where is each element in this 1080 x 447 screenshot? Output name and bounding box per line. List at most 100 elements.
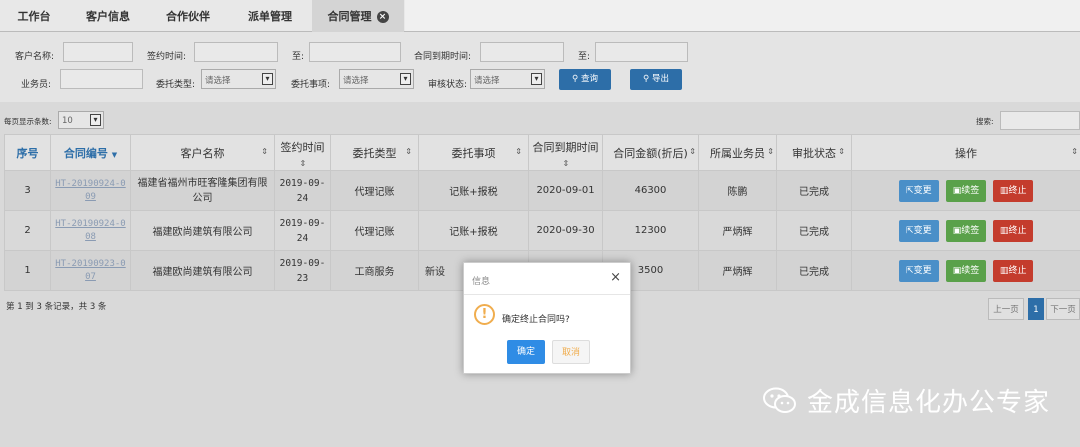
cell-actions: ⇱变更 ▣续签 ▥终止 xyxy=(851,250,1080,291)
renew-label: 续签 xyxy=(961,185,980,196)
header-label: 签约时间 xyxy=(280,140,325,154)
audit-status-label: 审核状态: xyxy=(428,80,468,90)
terminate-label: 终止 xyxy=(1008,185,1027,196)
contract-no-part: HT-20190923-0 xyxy=(55,258,126,269)
audit-status-select[interactable]: 请选择 ▾ xyxy=(470,69,545,89)
sign-time-label: 签约时间: xyxy=(147,52,187,62)
terminate-button[interactable]: ▥终止 xyxy=(993,179,1034,202)
renew-label: 续签 xyxy=(961,225,980,236)
salesman-input[interactable] xyxy=(60,69,143,89)
cell-contract-no[interactable]: HT-20190924-0 08 xyxy=(50,210,131,251)
confirm-dialog: 信息 × ! 确定终止合同吗? 确定 取消 xyxy=(463,262,631,374)
renew-button[interactable]: ▣续签 xyxy=(946,259,986,282)
entrust-type-label: 委托类型: xyxy=(156,80,196,90)
export-button[interactable]: ⚲ 导出 xyxy=(630,69,682,90)
chevron-down-icon: ▾ xyxy=(400,73,411,85)
sign-date-part: 24 xyxy=(296,232,309,244)
cell-sign-time: 2019-09- 24 xyxy=(274,210,331,251)
cell-contract-no[interactable]: HT-20190924-0 09 xyxy=(50,170,131,211)
change-label: 变更 xyxy=(913,265,932,276)
renew-button[interactable]: ▣续签 xyxy=(946,179,986,202)
contract-no-part: 08 xyxy=(85,231,96,242)
prev-page-button[interactable]: 上一页 xyxy=(988,298,1024,320)
sign-time-end-input[interactable] xyxy=(309,42,401,62)
col-header-salesman[interactable]: 所属业务员 ⇕ xyxy=(698,134,777,171)
sort-icon: ⇕ xyxy=(767,146,774,156)
cell-customer: 福建欧尚建筑有限公司 xyxy=(130,210,275,251)
tab-customers[interactable]: 客户信息 xyxy=(72,0,144,32)
tab-workbench[interactable]: 工作台 xyxy=(0,0,68,32)
contract-link[interactable]: HT-20190923-0 07 xyxy=(51,258,130,284)
header-label: 操作 xyxy=(955,146,977,160)
query-label: 查询 xyxy=(580,74,598,84)
search-input[interactable] xyxy=(1000,111,1080,130)
expire-end-input[interactable] xyxy=(595,42,688,62)
header-label: 所属业务员 xyxy=(710,146,765,160)
close-icon[interactable]: × xyxy=(610,270,621,285)
contract-link[interactable]: HT-20190924-0 08 xyxy=(51,218,130,244)
tab-contracts[interactable]: 合同管理 × xyxy=(312,0,404,32)
sort-icon: ⇕ xyxy=(1071,146,1078,156)
chevron-down-icon: ▾ xyxy=(531,73,542,85)
change-button[interactable]: ⇱变更 xyxy=(898,179,939,202)
terminate-label: 终止 xyxy=(1008,265,1027,276)
query-button[interactable]: ⚲ 查询 xyxy=(559,69,611,90)
cell-status: 已完成 xyxy=(776,170,852,211)
col-header-contract-no[interactable]: 合同编号 ▼ xyxy=(50,134,131,171)
page-1-button[interactable]: 1 xyxy=(1028,298,1044,320)
col-header-no[interactable]: 序号 xyxy=(4,134,51,171)
col-header-sign-time[interactable]: 签约时间 ⇕ xyxy=(274,134,331,171)
col-header-status[interactable]: 审批状态 ⇕ xyxy=(776,134,852,171)
entrust-type-select[interactable]: 请选择 ▾ xyxy=(201,69,276,89)
tab-partners[interactable]: 合作伙伴 xyxy=(150,0,226,32)
customer-name-input[interactable] xyxy=(63,42,133,62)
sign-time-start-input[interactable] xyxy=(194,42,278,62)
col-header-expire[interactable]: 合同到期时间 ⇕ xyxy=(528,134,603,171)
change-button[interactable]: ⇱变更 xyxy=(898,259,939,282)
col-header-entrust-type[interactable]: 委托类型 ⇕ xyxy=(330,134,419,171)
change-button[interactable]: ⇱变更 xyxy=(898,219,939,242)
save-icon: ▣ xyxy=(952,225,962,236)
sort-icon: ⇕ xyxy=(261,146,268,156)
expire-start-input[interactable] xyxy=(480,42,564,62)
share-icon: ⇱ xyxy=(906,185,914,196)
header-label: 委托类型 xyxy=(352,146,397,160)
search-icon: ⚲ xyxy=(572,74,581,84)
cell-status: 已完成 xyxy=(776,210,852,251)
change-label: 变更 xyxy=(913,225,932,236)
table-row: 2 HT-20190924-0 08 福建欧尚建筑有限公司 2019-09- 24 … xyxy=(4,210,1080,251)
cell-contract-no[interactable]: HT-20190923-0 07 xyxy=(50,250,131,291)
terminate-button[interactable]: ▥终止 xyxy=(993,219,1034,242)
wechat-icon xyxy=(763,387,796,413)
contract-no-part: HT-20190924-0 xyxy=(55,218,126,229)
contract-link[interactable]: HT-20190924-0 09 xyxy=(51,178,130,204)
to-label: 至: xyxy=(578,52,591,62)
sign-date-part: 2019-09- xyxy=(279,177,326,189)
cell-salesman: 严炳辉 xyxy=(698,250,777,291)
tab-bar: 工作台 客户信息 合作伙伴 派单管理 合同管理 × xyxy=(0,0,1080,32)
warning-icon: ! xyxy=(474,304,495,325)
cell-sign-time: 2019-09- 23 xyxy=(274,250,331,291)
tab-dispatch[interactable]: 派单管理 xyxy=(230,0,310,32)
col-header-customer[interactable]: 客户名称 ⇕ xyxy=(130,134,275,171)
cell-customer: 福建欧尚建筑有限公司 xyxy=(130,250,275,291)
next-page-button[interactable]: 下一页 xyxy=(1046,298,1080,320)
contract-no-part: HT-20190924-0 xyxy=(55,178,126,189)
cell-sign-time: 2019-09- 24 xyxy=(274,170,331,211)
header-label: 序号 xyxy=(16,146,39,160)
confirm-button[interactable]: 确定 xyxy=(507,340,545,364)
close-icon[interactable]: × xyxy=(376,11,389,23)
col-header-amount[interactable]: 合同金额(折后) ⇕ xyxy=(602,134,699,171)
cell-customer: 福建省福州市旺客隆集团有限公司 xyxy=(130,170,275,211)
cell-entrust-item: 记账+报税 xyxy=(418,210,529,251)
cell-entrust-item: 记账+报税 xyxy=(418,170,529,211)
cancel-button[interactable]: 取消 xyxy=(552,340,590,364)
col-header-entrust-item[interactable]: 委托事项 ⇕ xyxy=(418,134,529,171)
terminate-button[interactable]: ▥终止 xyxy=(993,259,1034,282)
renew-button[interactable]: ▣续签 xyxy=(946,219,986,242)
sign-date-part: 23 xyxy=(296,272,309,284)
tab-bar-filler xyxy=(405,0,1080,31)
page-size-select[interactable]: 10 ▾ xyxy=(58,111,104,129)
share-icon: ⇱ xyxy=(906,265,914,276)
entrust-item-select[interactable]: 请选择 ▾ xyxy=(339,69,414,89)
